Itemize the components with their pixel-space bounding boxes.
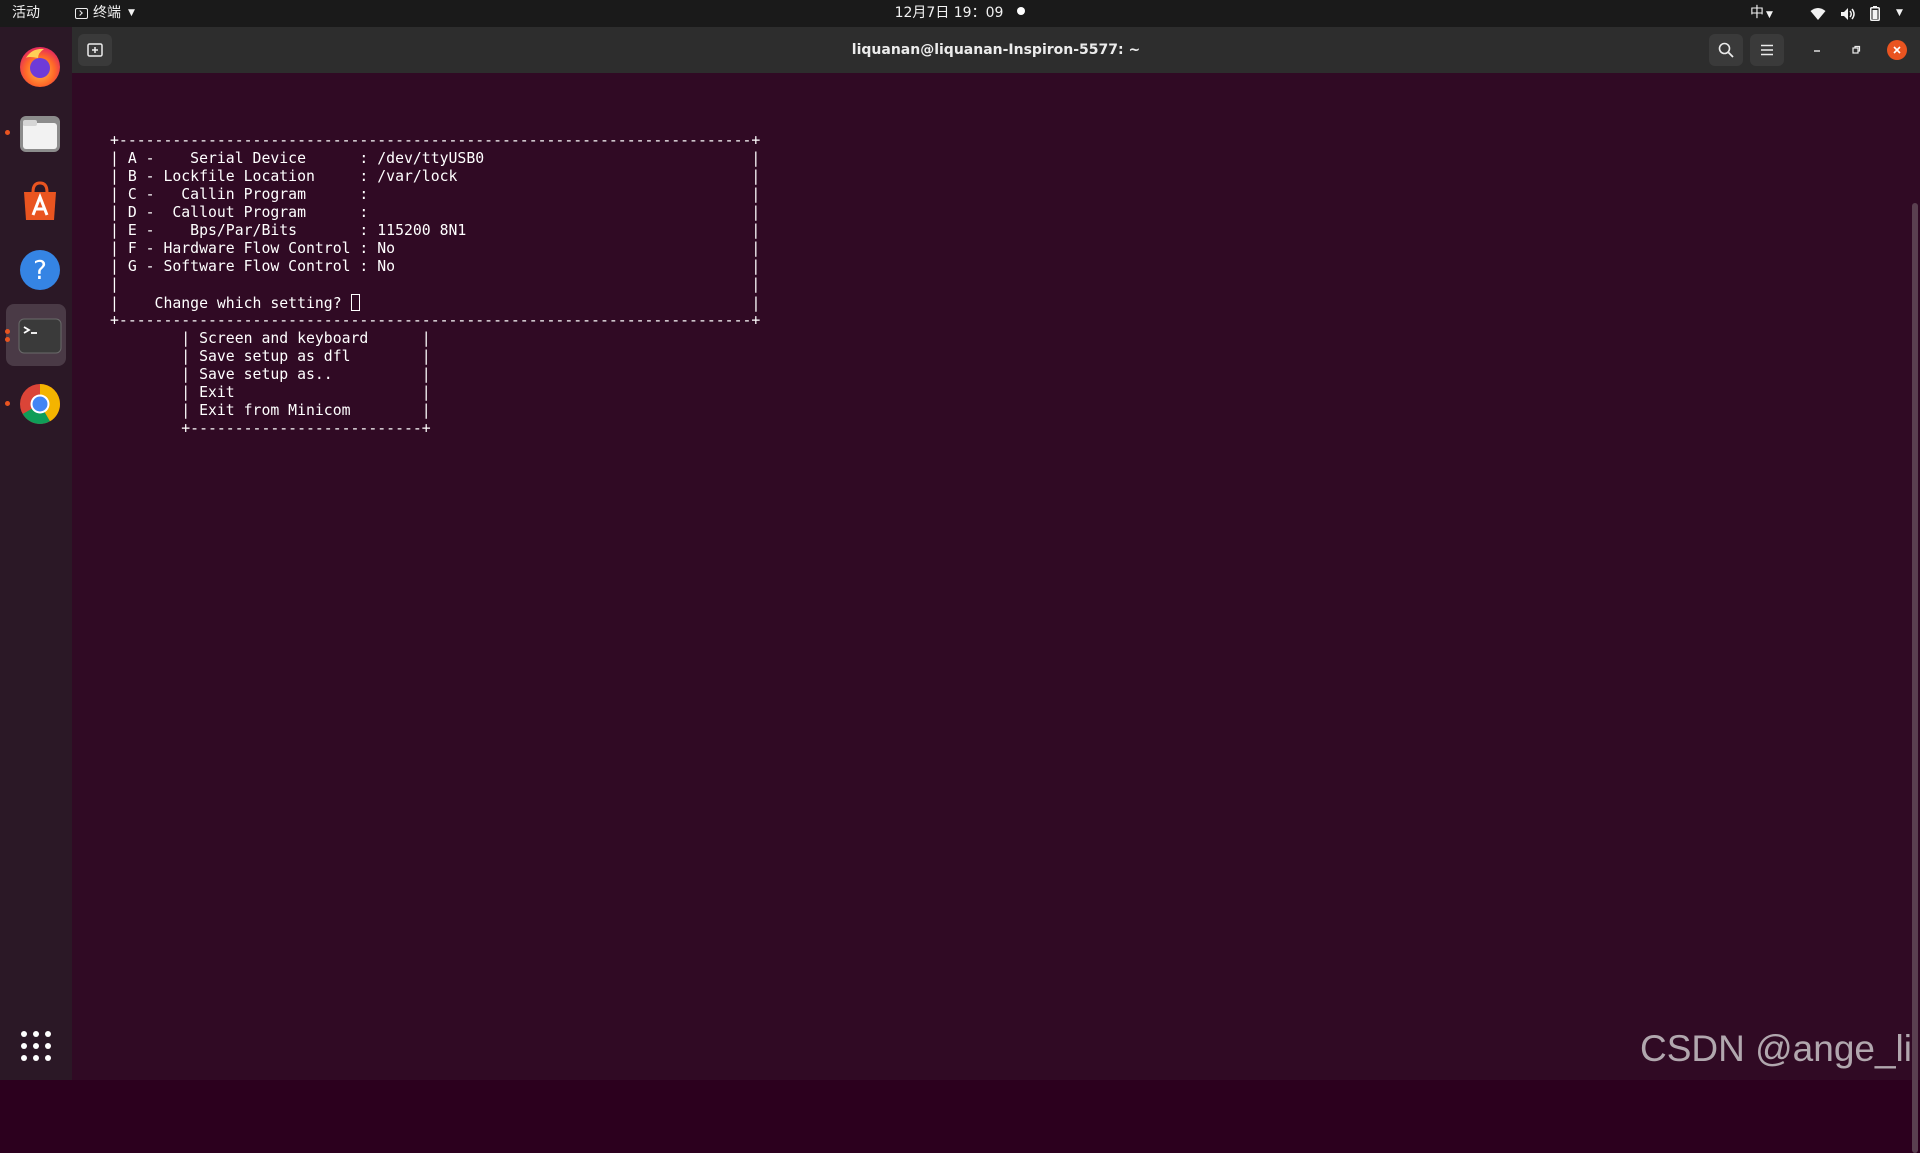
show-applications-button[interactable] <box>20 1030 52 1062</box>
chevron-down-icon: ▼ <box>1766 10 1773 20</box>
dock-item-chrome[interactable] <box>5 372 66 434</box>
clock-label[interactable]: 12月7日 19：09 <box>895 5 1004 21</box>
dock-item-firefox[interactable] <box>6 34 66 96</box>
setting-prompt: | Change which setting? <box>110 295 351 312</box>
text-cursor <box>350 294 360 311</box>
running-indicator <box>5 401 10 406</box>
notification-dot-icon <box>1017 7 1026 15</box>
terminal-line: | G - Software Flow Control : No | <box>110 258 761 275</box>
minimize-button[interactable] <box>1807 40 1827 60</box>
terminal-mini-icon <box>75 8 88 19</box>
terminal-line: | F - Hardware Flow Control : No | <box>110 240 761 257</box>
dock: ? <box>0 27 72 1080</box>
app-menu-label: 终端 <box>93 5 121 21</box>
new-tab-icon <box>87 43 103 57</box>
terminal-line: | | <box>110 276 761 293</box>
close-icon <box>1893 46 1901 54</box>
help-icon: ? <box>20 250 60 290</box>
terminal-line: +---------------------------------------… <box>110 132 761 149</box>
terminal-line: | Exit from Minicom | <box>110 402 431 419</box>
new-tab-button[interactable] <box>78 34 112 66</box>
terminal-line: +---------------------------------------… <box>110 312 761 329</box>
activities-button[interactable]: 活动 <box>12 0 40 27</box>
dock-item-software[interactable] <box>6 170 66 232</box>
running-indicator <box>5 337 10 342</box>
terminal-line: | D - Callout Program : | <box>110 204 761 221</box>
dock-item-files[interactable] <box>5 102 66 164</box>
top-bar: 活动 终端 ▼ 12月7日 19：09 中 ▼ ▼ <box>0 0 1920 27</box>
terminal-icon <box>18 318 62 354</box>
header-bar: liquanan@liquanan-Inspiron-5577: ~ <box>72 27 1920 73</box>
window-title: liquanan@liquanan-Inspiron-5577: ~ <box>851 42 1141 58</box>
menu-button[interactable] <box>1750 34 1784 66</box>
terminal-line: | A - Serial Device : /dev/ttyUSB0 | <box>110 150 761 167</box>
terminal-line: | C - Callin Program : | <box>110 186 761 203</box>
volume-icon <box>1841 7 1855 20</box>
hamburger-menu-icon <box>1761 44 1773 56</box>
watermark: CSDN @ange_li <box>1639 1028 1912 1069</box>
wifi-icon <box>1810 7 1826 20</box>
app-menu[interactable]: 终端 ▼ <box>75 0 135 27</box>
search-icon <box>1718 42 1734 58</box>
chrome-icon <box>20 384 60 424</box>
terminal-line: | Save setup as.. | <box>110 366 431 383</box>
running-indicator <box>5 329 10 334</box>
chevron-down-icon: ▼ <box>1896 8 1903 18</box>
software-store-icon <box>24 181 56 220</box>
app-grid-icon <box>21 1031 51 1061</box>
maximize-button[interactable] <box>1846 40 1866 60</box>
restore-icon <box>1852 45 1861 54</box>
files-icon <box>20 116 60 152</box>
firefox-icon <box>20 47 60 87</box>
battery-icon <box>1870 6 1880 21</box>
terminal-line: | Screen and keyboard | <box>110 330 431 347</box>
clock: 12月7日 19：09 <box>0 0 1920 27</box>
system-tray[interactable]: ▼ <box>1810 0 1903 27</box>
prompt-line: | Change which setting? | <box>110 294 760 312</box>
terminal-window: liquanan@liquanan-Inspiron-5577: ~ +----… <box>72 27 1920 1153</box>
svg-text:?: ? <box>33 256 47 286</box>
terminal-line: | E - Bps/Par/Bits : 115200 8N1 | <box>110 222 761 239</box>
dock-item-terminal[interactable] <box>5 304 66 366</box>
terminal-area[interactable]: +---------------------------------------… <box>72 73 1920 1153</box>
close-button[interactable] <box>1887 40 1907 60</box>
terminal-line: | Save setup as dfl | <box>110 348 431 365</box>
running-indicator <box>5 130 10 135</box>
terminal-line: | B - Lockfile Location : /var/lock | <box>110 168 761 185</box>
terminal-line: | Exit | <box>110 384 431 401</box>
terminal-output: +---------------------------------------… <box>110 132 760 438</box>
minimize-icon <box>1814 50 1820 52</box>
dock-item-help[interactable]: ? <box>6 238 66 300</box>
scrollbar[interactable] <box>1912 203 1918 1153</box>
input-method-menu[interactable]: 中 ▼ <box>1750 0 1773 27</box>
input-method-label: 中 <box>1750 5 1764 21</box>
search-button[interactable] <box>1709 34 1743 66</box>
terminal-line: +--------------------------+ <box>110 420 431 437</box>
prompt-border: | <box>359 295 761 312</box>
chevron-down-icon: ▼ <box>128 8 135 18</box>
